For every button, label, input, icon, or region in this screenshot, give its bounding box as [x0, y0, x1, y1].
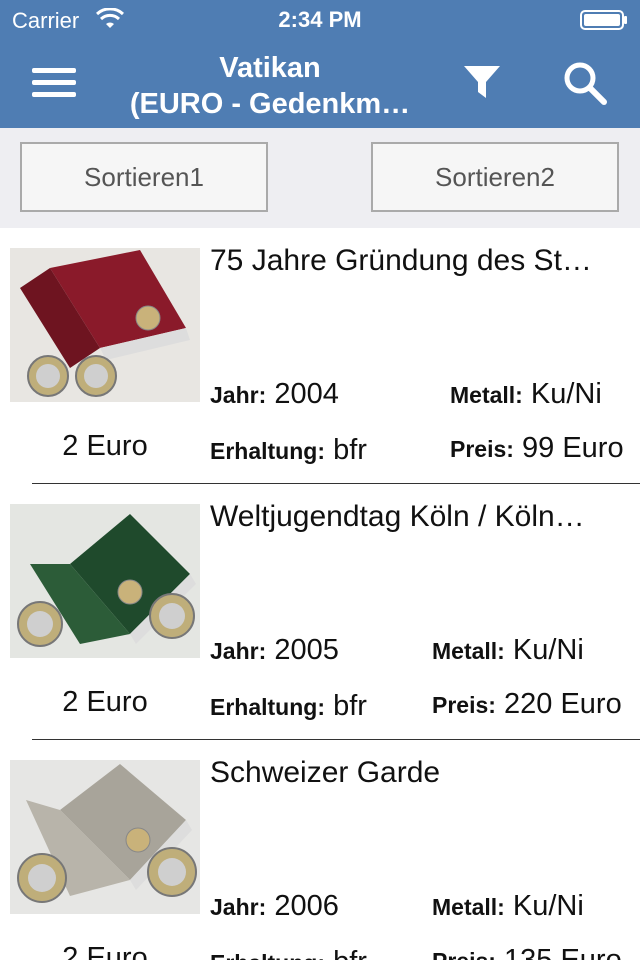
hamburger-menu-icon[interactable] — [30, 62, 78, 102]
condition-value: bfr — [333, 690, 367, 722]
coin-set-thumbnail — [10, 760, 200, 914]
metal-label: Metall: — [432, 894, 505, 920]
year-label: Jahr: — [210, 382, 267, 408]
condition-value: bfr — [333, 946, 367, 960]
denomination: 2 Euro — [62, 430, 148, 462]
condition-field: Erhaltung: bfr — [210, 946, 367, 960]
price-field: Preis: 220 Euro — [432, 688, 622, 721]
price-value: 135 Euro — [504, 944, 622, 960]
coin-list: 2 Euro 75 Jahre Gründung des St… Jahr: 2… — [0, 228, 640, 960]
denomination: 2 Euro — [62, 942, 148, 960]
coin-set-thumbnail — [10, 504, 200, 658]
sort-button-2[interactable]: Sortieren2 — [371, 142, 619, 212]
metal-field: Metall: Ku/Ni — [450, 378, 602, 411]
year-field: Jahr: 2004 — [210, 378, 339, 411]
price-value: 99 Euro — [522, 432, 624, 464]
price-label: Preis: — [432, 692, 496, 718]
year-label: Jahr: — [210, 894, 267, 920]
page-title-line2: (EURO - Gedenkm… — [129, 88, 411, 120]
condition-label: Erhaltung: — [210, 950, 325, 960]
metal-value: Ku/Ni — [512, 634, 584, 666]
metal-label: Metall: — [450, 382, 523, 408]
condition-label: Erhaltung: — [210, 694, 325, 720]
coin-set-thumbnail — [10, 248, 200, 402]
metal-value: Ku/Ni — [530, 378, 602, 410]
price-label: Preis: — [432, 948, 496, 960]
condition-field: Erhaltung: bfr — [210, 434, 367, 467]
year-field: Jahr: 2005 — [210, 634, 339, 667]
condition-value: bfr — [333, 434, 367, 466]
sort-toolbar: Sortieren1 Sortieren2 — [0, 128, 640, 228]
metal-value: Ku/Ni — [512, 890, 584, 922]
metal-field: Metall: Ku/Ni — [432, 634, 584, 667]
item-title: Weltjugendtag Köln / Köln… — [210, 500, 585, 533]
metal-field: Metall: Ku/Ni — [432, 890, 584, 923]
funnel-filter-icon[interactable] — [462, 62, 502, 102]
status-time: 2:34 PM — [278, 7, 362, 32]
denomination: 2 Euro — [62, 686, 148, 718]
metal-label: Metall: — [432, 638, 505, 664]
list-item[interactable]: 2 Euro Weltjugendtag Köln / Köln… Jahr: … — [0, 484, 640, 740]
condition-field: Erhaltung: bfr — [210, 690, 367, 723]
price-field: Preis: 99 Euro — [450, 432, 624, 465]
price-value: 220 Euro — [504, 688, 622, 720]
price-label: Preis: — [450, 436, 514, 462]
page-title: Vatikan (EURO - Gedenkm… — [110, 50, 430, 122]
year-value: 2006 — [274, 890, 339, 922]
year-field: Jahr: 2006 — [210, 890, 339, 923]
navigation-bar: Vatikan (EURO - Gedenkm… — [0, 40, 640, 128]
year-value: 2004 — [274, 378, 339, 410]
item-title: Schweizer Garde — [210, 756, 441, 789]
list-item[interactable]: 2 Euro Schweizer Garde Jahr: 2006 Metall… — [0, 740, 640, 960]
year-label: Jahr: — [210, 638, 267, 664]
price-field: Preis: 135 Euro — [432, 944, 622, 960]
sort-button-1[interactable]: Sortieren1 — [20, 142, 268, 212]
item-title: 75 Jahre Gründung des St… — [210, 244, 592, 277]
status-bar: Carrier 2:34 PM — [0, 0, 640, 40]
magnifier-search-icon[interactable] — [562, 60, 608, 106]
list-item[interactable]: 2 Euro 75 Jahre Gründung des St… Jahr: 2… — [0, 228, 640, 484]
condition-label: Erhaltung: — [210, 438, 325, 464]
battery-icon — [580, 10, 627, 30]
page-title-line1: Vatikan — [219, 52, 321, 84]
year-value: 2005 — [274, 634, 339, 666]
